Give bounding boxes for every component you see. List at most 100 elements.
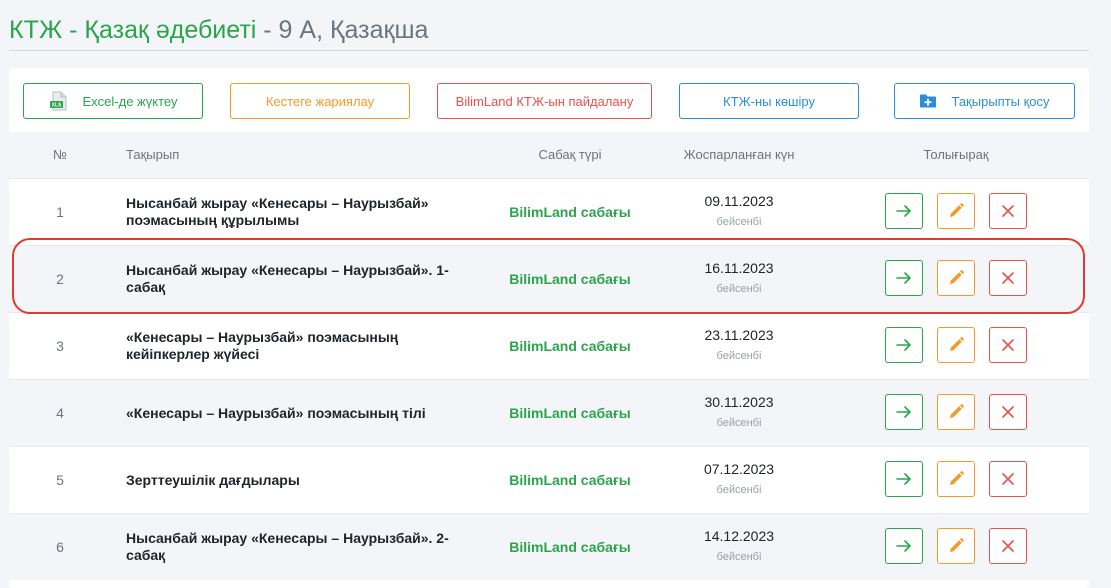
row-date-cell: 14.12.2023 бейсенбі bbox=[669, 528, 809, 564]
delete-lesson-button[interactable] bbox=[989, 461, 1027, 497]
row-date: 09.11.2023 bbox=[704, 193, 774, 209]
row-number: 2 bbox=[56, 271, 64, 287]
edit-lesson-button[interactable] bbox=[937, 327, 975, 363]
copy-plan-button[interactable]: КТЖ-ны көшіру bbox=[679, 83, 859, 119]
row-topic-text: Зерттеушілік дағдылары bbox=[126, 471, 300, 488]
row-number: 4 bbox=[56, 405, 64, 421]
open-lesson-button[interactable] bbox=[885, 394, 923, 430]
add-topic-button[interactable]: Тақырыпты қосу bbox=[894, 83, 1075, 119]
plan-card: XLS Excel-де жүктеу Кестеге жариялау Bil… bbox=[9, 68, 1089, 588]
row-date: 23.11.2023 bbox=[704, 327, 774, 343]
arrow-right-icon bbox=[895, 539, 913, 553]
delete-lesson-button[interactable] bbox=[989, 394, 1027, 430]
excel-download-label: Excel-де жүктеу bbox=[82, 93, 178, 109]
arrow-right-icon bbox=[895, 271, 913, 285]
row-weekday: бейсенбі bbox=[716, 283, 762, 295]
publish-label: Кестеге жариялау bbox=[265, 93, 375, 109]
folder-plus-icon bbox=[919, 93, 937, 109]
close-icon bbox=[1001, 539, 1015, 553]
edit-lesson-button[interactable] bbox=[937, 260, 975, 296]
table-header: № Тақырып Сабақ түрі Жоспарланған күн То… bbox=[9, 132, 1089, 178]
open-lesson-button[interactable] bbox=[885, 461, 923, 497]
open-lesson-button[interactable] bbox=[885, 193, 923, 229]
table-row: 2 Нысанбай жырау «Кенесары – Наурызбай». … bbox=[9, 245, 1089, 312]
svg-text:XLS: XLS bbox=[51, 103, 61, 109]
row-topic: Зерттеушілік дағдылары bbox=[126, 447, 466, 513]
row-lesson-type: BilimLand сабағы bbox=[509, 338, 631, 354]
row-date-cell: 30.11.2023 бейсенбі bbox=[669, 394, 809, 430]
row-topic-text: Нысанбай жырау «Кенесары – Наурызбай» по… bbox=[126, 195, 429, 228]
row-topic: «Кенесары – Наурызбай» поэмасының тілі bbox=[126, 380, 466, 446]
copy-label: КТЖ-ны көшіру bbox=[723, 93, 815, 109]
header-details: Толығырақ bbox=[923, 147, 989, 162]
pencil-icon bbox=[947, 269, 965, 287]
header-planned-date: Жоспарланған күн bbox=[683, 147, 795, 162]
row-number: 6 bbox=[56, 539, 64, 555]
open-lesson-button[interactable] bbox=[885, 327, 923, 363]
row-topic-text: Нысанбай жырау «Кенесары – Наурызбай». 1… bbox=[126, 262, 449, 295]
bilimland-label: BilimLand КТЖ-ын пайдалану bbox=[455, 93, 634, 109]
row-topic: Нысанбай жырау «Кенесары – Наурызбай». 2… bbox=[126, 514, 466, 580]
page-title-class: - 9 А, Қазақша bbox=[256, 16, 429, 44]
row-lesson-type: BilimLand сабағы bbox=[509, 405, 631, 421]
row-date: 30.11.2023 bbox=[704, 394, 774, 410]
edit-lesson-button[interactable] bbox=[937, 193, 975, 229]
toolbar: XLS Excel-де жүктеу Кестеге жариялау Bil… bbox=[9, 68, 1089, 132]
edit-lesson-button[interactable] bbox=[937, 394, 975, 430]
row-topic: Нысанбай жырау «Кенесары – Наурызбай». 1… bbox=[126, 246, 466, 312]
open-lesson-button[interactable] bbox=[885, 528, 923, 564]
pencil-icon bbox=[947, 470, 965, 488]
row-lesson-type: BilimLand сабағы bbox=[509, 539, 631, 555]
row-topic: Нысанбай жырау «Кенесары – Наурызбай» по… bbox=[126, 179, 466, 245]
row-weekday: бейсенбі bbox=[716, 551, 762, 563]
row-weekday: бейсенбі bbox=[716, 484, 762, 496]
table-row: 5 Зерттеушілік дағдылары BilimLand сабағы 0… bbox=[9, 446, 1089, 513]
edit-lesson-button[interactable] bbox=[937, 528, 975, 564]
close-icon bbox=[1001, 204, 1015, 218]
excel-download-button[interactable]: XLS Excel-де жүктеу bbox=[23, 83, 203, 119]
add-topic-label: Тақырыпты қосу bbox=[951, 93, 1050, 109]
close-icon bbox=[1001, 405, 1015, 419]
excel-file-icon: XLS bbox=[49, 91, 69, 111]
table-row: 6 Нысанбай жырау «Кенесары – Наурызбай». … bbox=[9, 513, 1089, 580]
row-date-cell: 09.11.2023 бейсенбі bbox=[669, 193, 809, 229]
row-lesson-type: BilimLand сабағы bbox=[509, 271, 631, 287]
pencil-icon bbox=[947, 403, 965, 421]
row-topic: «Кенесары – Наурызбай» поэмасының кейіпк… bbox=[126, 313, 466, 379]
row-lesson-type: BilimLand сабағы bbox=[509, 472, 631, 488]
row-date: 16.11.2023 bbox=[704, 260, 774, 276]
arrow-right-icon bbox=[895, 472, 913, 486]
use-bilimland-plan-button[interactable]: BilimLand КТЖ-ын пайдалану bbox=[437, 83, 652, 119]
close-icon bbox=[1001, 338, 1015, 352]
close-icon bbox=[1001, 472, 1015, 486]
title-divider bbox=[9, 50, 1089, 51]
table-row: 4 «Кенесары – Наурызбай» поэмасының тілі B… bbox=[9, 379, 1089, 446]
delete-lesson-button[interactable] bbox=[989, 528, 1027, 564]
header-number: № bbox=[53, 147, 67, 162]
delete-lesson-button[interactable] bbox=[989, 260, 1027, 296]
table-row: 1 Нысанбай жырау «Кенесары – Наурызбай» п… bbox=[9, 178, 1089, 245]
row-date-cell: 23.11.2023 бейсенбі bbox=[669, 327, 809, 363]
row-number: 3 bbox=[56, 338, 64, 354]
header-lesson-type: Сабақ түрі bbox=[538, 147, 602, 162]
open-lesson-button[interactable] bbox=[885, 260, 923, 296]
row-topic-text: Нысанбай жырау «Кенесары – Наурызбай». 2… bbox=[126, 530, 449, 563]
arrow-right-icon bbox=[895, 204, 913, 218]
table-row: 3 «Кенесары – Наурызбай» поэмасының кейіп… bbox=[9, 312, 1089, 379]
row-weekday: бейсенбі bbox=[716, 350, 762, 362]
row-lesson-type: BilimLand сабағы bbox=[509, 204, 631, 220]
row-weekday: бейсенбі bbox=[716, 216, 762, 228]
pencil-icon bbox=[947, 537, 965, 555]
pencil-icon bbox=[947, 336, 965, 354]
row-date-cell: 07.12.2023 бейсенбі bbox=[669, 461, 809, 497]
row-number: 1 bbox=[56, 204, 64, 220]
page-title: КТЖ - Қазақ әдебиеті - 9 А, Қазақша bbox=[9, 14, 428, 46]
close-icon bbox=[1001, 271, 1015, 285]
row-date-cell: 16.11.2023 бейсенбі bbox=[669, 260, 809, 296]
delete-lesson-button[interactable] bbox=[989, 327, 1027, 363]
delete-lesson-button[interactable] bbox=[989, 193, 1027, 229]
edit-lesson-button[interactable] bbox=[937, 461, 975, 497]
arrow-right-icon bbox=[895, 405, 913, 419]
row-number: 5 bbox=[56, 472, 64, 488]
publish-to-schedule-button[interactable]: Кестеге жариялау bbox=[230, 83, 410, 119]
